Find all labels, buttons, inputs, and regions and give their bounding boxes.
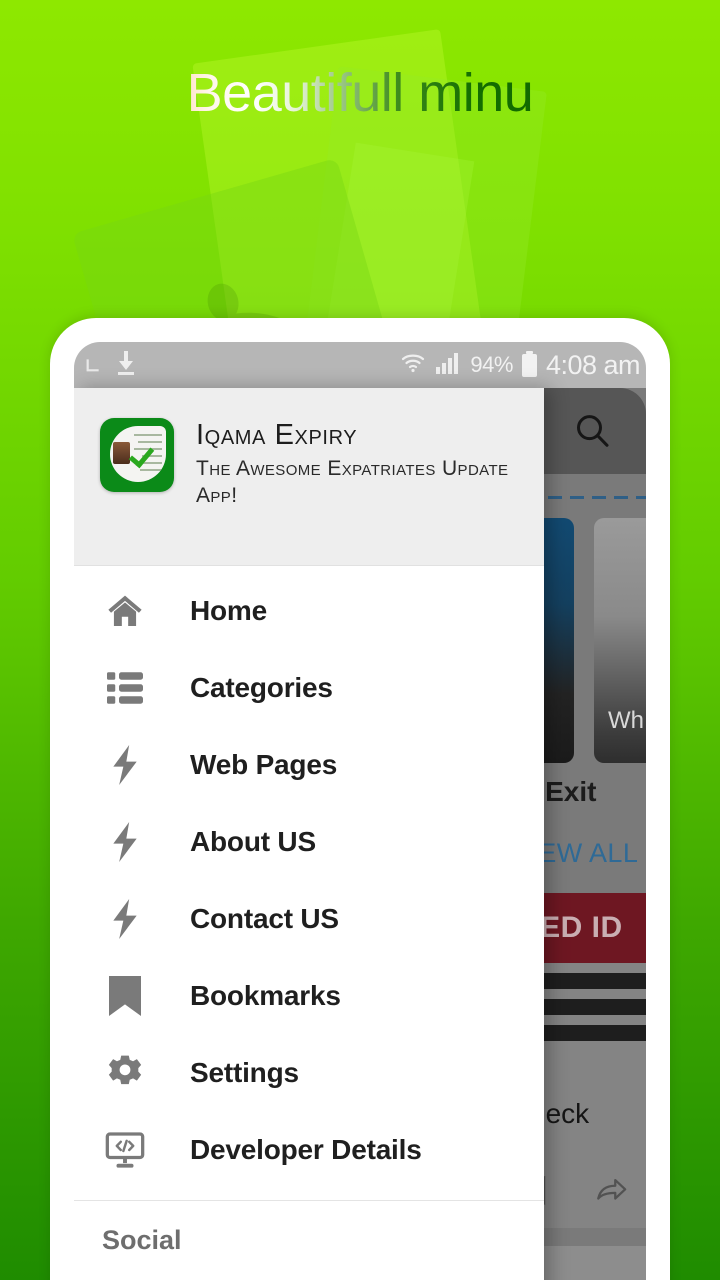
menu-item-contact-us[interactable]: Contact US xyxy=(74,880,544,957)
battery-icon xyxy=(521,350,537,377)
drawer-menu: Home Categories Web Pages About US Conta… xyxy=(74,566,544,1256)
battery-percent: 94% xyxy=(470,352,513,377)
home-icon xyxy=(102,592,148,630)
menu-item-label: Home xyxy=(190,594,267,626)
bolt-icon xyxy=(102,744,148,785)
phone-mockup: 94% 4:08 am Wh al Exit VIEW ALL UED ID c… xyxy=(50,318,670,1280)
menu-item-web-pages[interactable]: Web Pages xyxy=(74,726,544,803)
menu-item-home[interactable]: Home xyxy=(74,572,544,649)
menu-item-categories[interactable]: Categories xyxy=(74,649,544,726)
bookmark-icon xyxy=(102,975,148,1016)
navigation-drawer: Iqama Expiry The Awesome Expatriates Upd… xyxy=(74,388,544,1280)
menu-item-label: Bookmarks xyxy=(190,979,341,1011)
drawer-app-identity: Iqama Expiry The Awesome Expatriates Upd… xyxy=(196,418,526,510)
list-icon xyxy=(102,671,148,704)
menu-item-settings[interactable]: Settings xyxy=(74,1034,544,1111)
status-bar-clock: 4:08 am xyxy=(545,349,641,380)
promo-headline: Beautifull minu xyxy=(0,62,720,124)
background-media-card-grey[interactable]: Wh xyxy=(594,518,646,763)
code-monitor-icon xyxy=(102,1131,148,1168)
background-card-label: Wh xyxy=(608,707,644,734)
share-icon[interactable] xyxy=(594,1173,628,1212)
app-tagline: The Awesome Expatriates Update App! xyxy=(196,457,509,508)
menu-item-label: Developer Details xyxy=(190,1133,422,1165)
wifi-icon xyxy=(400,351,426,380)
gear-icon xyxy=(102,1054,148,1092)
status-bar: 94% 4:08 am xyxy=(74,342,646,388)
menu-item-bookmarks[interactable]: Bookmarks xyxy=(74,957,544,1034)
app-name: Iqama Expiry xyxy=(196,419,358,451)
menu-item-label: Web Pages xyxy=(190,748,338,780)
id-card-check-icon xyxy=(100,418,174,492)
bolt-icon xyxy=(102,821,148,862)
bolt-icon xyxy=(102,898,148,939)
menu-item-label: Contact US xyxy=(190,902,339,934)
search-icon[interactable] xyxy=(572,411,612,451)
drawer-section-label: Social xyxy=(102,1225,182,1255)
drawer-header: Iqama Expiry The Awesome Expatriates Upd… xyxy=(74,388,544,566)
phone-screen: 94% 4:08 am Wh al Exit VIEW ALL UED ID c… xyxy=(74,342,646,1280)
screenshot-icon xyxy=(84,352,106,379)
download-icon xyxy=(114,350,138,381)
menu-item-about-us[interactable]: About US xyxy=(74,803,544,880)
menu-item-label: Settings xyxy=(190,1056,299,1088)
promo-screenshot: Beautifull minu 94% 4:08 am Wh al Exit V… xyxy=(0,0,720,1280)
menu-item-label: About US xyxy=(190,825,316,857)
menu-item-label: Categories xyxy=(190,671,333,703)
menu-item-developer-details[interactable]: Developer Details xyxy=(74,1111,544,1188)
signal-icon xyxy=(435,351,461,380)
